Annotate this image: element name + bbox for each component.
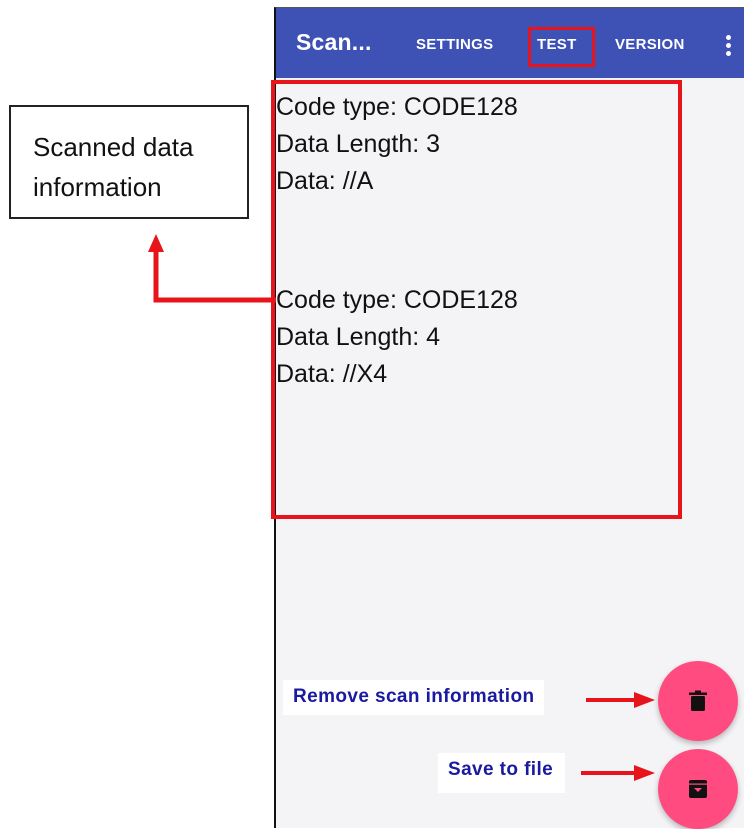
save-arrowhead	[634, 765, 655, 781]
callout-arrow	[153, 248, 276, 303]
save-to-file-label: Save to file	[438, 753, 566, 793]
remove-scan-info-button[interactable]	[658, 661, 738, 741]
trash-icon	[689, 690, 707, 711]
save-to-file-button[interactable]	[658, 749, 738, 829]
callout-arrowhead	[148, 234, 164, 252]
remove-arrowhead	[634, 692, 655, 708]
archive-icon	[689, 780, 707, 798]
remove-scan-info-label: Remove scan information	[283, 680, 545, 715]
